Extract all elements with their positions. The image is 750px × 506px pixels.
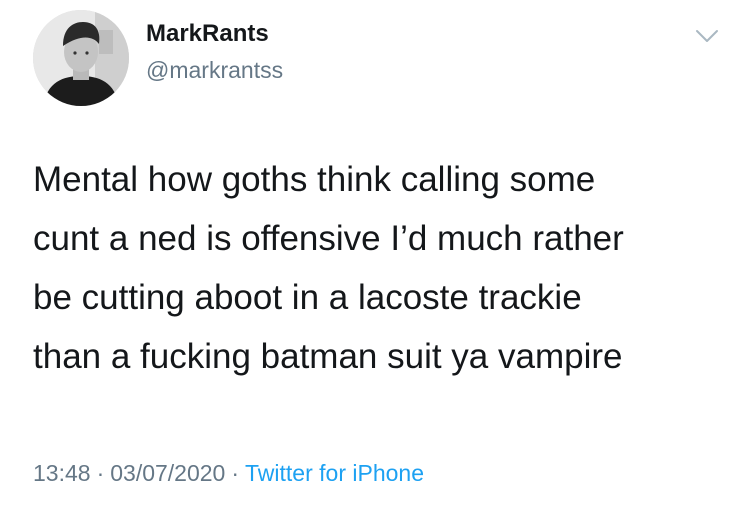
tweet-time[interactable]: 13:48 <box>33 460 91 486</box>
tweet-text-line: be cutting aboot in a lacoste trackie <box>33 278 582 317</box>
tweet-text-line: Mental how goths think calling some <box>33 160 596 199</box>
avatar[interactable] <box>33 10 129 106</box>
display-name[interactable]: MarkRants <box>146 19 269 49</box>
tweet-source-link[interactable]: Twitter for iPhone <box>245 460 424 486</box>
meta-separator: · <box>96 460 105 486</box>
tweet-date[interactable]: 03/07/2020 <box>110 460 225 486</box>
tweet-text-line: than a fucking batman suit ya vampire <box>33 337 623 376</box>
tweet-card: MarkRants @markrantss Mental how goths t… <box>0 0 750 506</box>
meta-separator: · <box>231 460 240 486</box>
user-handle[interactable]: @markrantss <box>146 55 283 85</box>
tweet-text-line: cunt a ned is offensive I’d much rather <box>33 219 624 258</box>
tweet-meta: 13:48 · 03/07/2020 · Twitter for iPhone <box>33 458 424 488</box>
chevron-down-icon[interactable] <box>694 26 720 46</box>
avatar-photo <box>33 10 129 106</box>
tweet-text: Mental how goths think calling some cunt… <box>33 150 733 386</box>
